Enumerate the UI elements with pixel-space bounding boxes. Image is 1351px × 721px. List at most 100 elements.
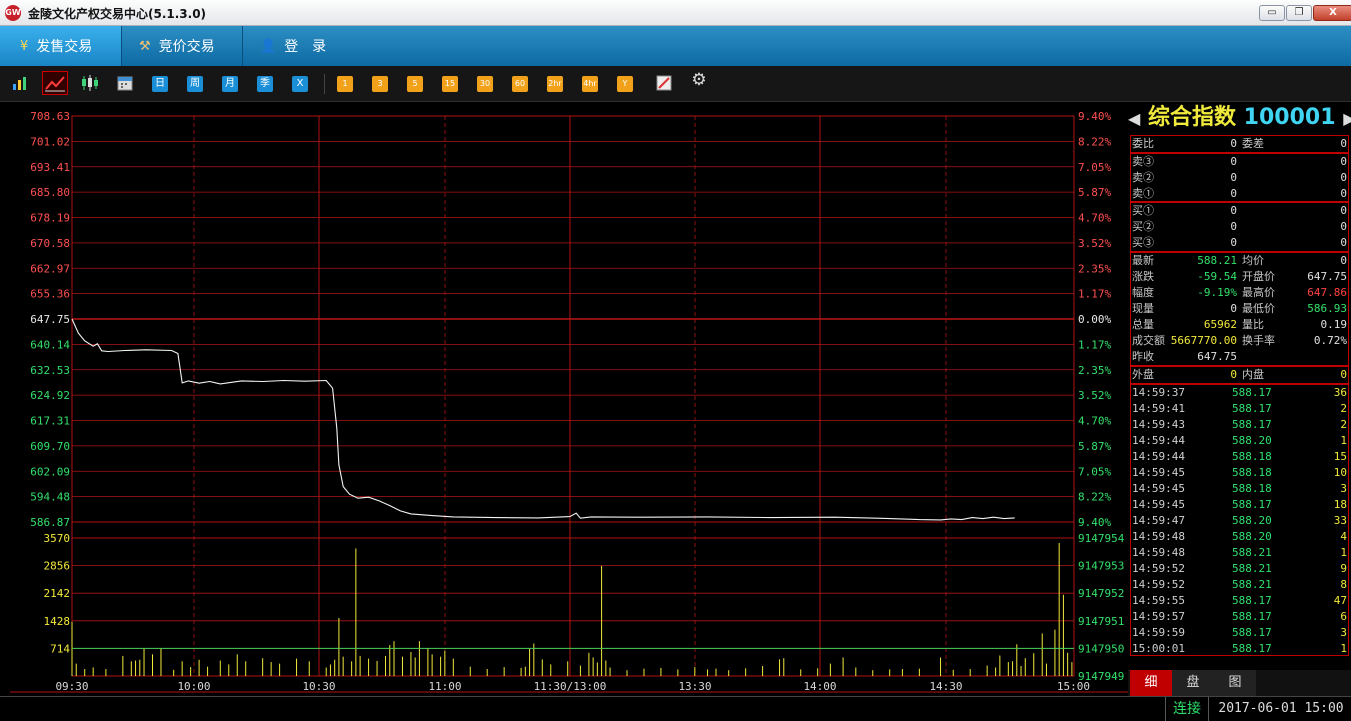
period-month-button[interactable]: 月 bbox=[222, 76, 238, 92]
sell-level-2: 卖② 0 0 bbox=[1132, 170, 1347, 186]
tab-detail[interactable]: 细 bbox=[1130, 670, 1172, 696]
volume-bars-layer bbox=[71, 543, 1074, 676]
tick-time: 14:59:55 bbox=[1132, 594, 1185, 607]
chart-grid bbox=[10, 115, 1128, 693]
tick-volume: 33 bbox=[1333, 514, 1347, 527]
outer-label: 外盘 bbox=[1132, 368, 1154, 381]
min-15-button[interactable]: 15 bbox=[442, 76, 458, 92]
maximize-button[interactable]: ❐ bbox=[1286, 5, 1312, 21]
tick-price: 588.20 bbox=[1232, 434, 1272, 447]
tick-row: 14:59:43 588.17 2 bbox=[1132, 417, 1347, 433]
tick-time: 14:59:41 bbox=[1132, 402, 1185, 415]
min-30-button[interactable]: 30 bbox=[477, 76, 493, 92]
tick-time: 14:59:45 bbox=[1132, 466, 1185, 479]
tab-board[interactable]: 盘 bbox=[1172, 670, 1214, 696]
inner-label: 内盘 bbox=[1242, 368, 1264, 381]
tick-volume: 8 bbox=[1340, 578, 1347, 591]
pct-tick-label: 1.17% bbox=[1078, 288, 1111, 301]
stat-row-0: 最新 588.21 均价 0 bbox=[1132, 253, 1347, 269]
stat-row-1-label2: 开盘价 bbox=[1242, 270, 1275, 283]
stat-row-3-label: 现量 bbox=[1132, 302, 1154, 315]
bar-chart-icon[interactable] bbox=[10, 74, 30, 90]
tick-price: 588.21 bbox=[1232, 562, 1272, 575]
time-tick-label: 14:00 bbox=[803, 680, 836, 693]
tick-time: 14:59:48 bbox=[1132, 546, 1185, 559]
period-x-button[interactable]: X bbox=[292, 76, 308, 92]
time-tick-label: 15:00 bbox=[1057, 680, 1090, 693]
tick-volume: 1 bbox=[1340, 434, 1347, 447]
intraday-chart[interactable]: 708.63 701.02 693.41 685.80 678.19 670.58 662.… bbox=[0, 102, 1128, 696]
tick-row: 14:59:37 588.17 36 bbox=[1132, 385, 1347, 401]
stat-row-1: 涨跌 -59.54 开盘价 647.75 bbox=[1132, 269, 1347, 285]
stat-row-1-label: 涨跌 bbox=[1132, 270, 1154, 283]
buy-level-2: 买② 0 0 bbox=[1132, 219, 1347, 235]
tick-price: 588.17 bbox=[1232, 418, 1272, 431]
gear-icon[interactable]: ⚙ bbox=[689, 72, 709, 89]
tab-chart[interactable]: 图 bbox=[1214, 670, 1256, 696]
close-button[interactable]: X bbox=[1313, 5, 1351, 21]
tab-auction-trade[interactable]: ⚒ 竞价交易 bbox=[123, 26, 243, 66]
year-button[interactable]: Y bbox=[617, 76, 633, 92]
hr-2-button[interactable]: 2hr bbox=[547, 76, 563, 92]
sell-level-2-value: 0 bbox=[1230, 171, 1237, 184]
tab-sell-trade-label: 发售交易 bbox=[36, 39, 93, 55]
sell-level-1-label: 卖① bbox=[1132, 187, 1154, 200]
stat-row-0-value2: 0 bbox=[1340, 254, 1347, 267]
yen-icon: ¥ bbox=[20, 38, 29, 54]
draw-tool-icon[interactable] bbox=[654, 74, 674, 91]
candlestick-icon[interactable] bbox=[80, 74, 100, 91]
tick-volume: 47 bbox=[1333, 594, 1347, 607]
tick-price: 588.20 bbox=[1232, 514, 1272, 527]
next-instrument-icon[interactable]: ▶ bbox=[1343, 109, 1351, 128]
stat-row-0-label: 最新 bbox=[1132, 254, 1154, 267]
status-bar: 连接 2017-06-01 15:00 bbox=[0, 696, 1351, 721]
line-chart-icon[interactable] bbox=[42, 71, 68, 95]
sell-level-3-value2: 0 bbox=[1340, 155, 1347, 168]
stat-row-1-value2: 647.75 bbox=[1307, 270, 1347, 283]
period-week-button[interactable]: 周 bbox=[187, 76, 203, 92]
volume-tick-label: 2856 bbox=[44, 560, 71, 573]
period-day-button[interactable]: 日 bbox=[152, 76, 168, 92]
time-tick-label: 10:30 bbox=[302, 680, 335, 693]
pct-tick-label: 3.52% bbox=[1078, 237, 1111, 250]
stat-row-6-label: 昨收 bbox=[1132, 350, 1154, 363]
tick-time: 14:59:48 bbox=[1132, 530, 1185, 543]
buy-level-2-label: 买② bbox=[1132, 220, 1154, 233]
prev-instrument-icon[interactable]: ◀ bbox=[1128, 109, 1140, 128]
tick-price: 588.18 bbox=[1232, 450, 1272, 463]
period-season-button[interactable]: 季 bbox=[257, 76, 273, 92]
stat-row-2: 幅度 -9.19% 最高价 647.86 bbox=[1132, 285, 1347, 301]
calendar-icon[interactable] bbox=[115, 74, 135, 91]
min-3-button[interactable]: 3 bbox=[372, 76, 388, 92]
tick-row: 14:59:45 588.18 3 bbox=[1132, 481, 1347, 497]
pct-tick-label: 2.35% bbox=[1078, 364, 1111, 377]
tab-login[interactable]: 👤 登 录 bbox=[244, 26, 354, 66]
price-tick-label: 609.70 bbox=[30, 440, 70, 453]
min-1-button[interactable]: 1 bbox=[337, 76, 353, 92]
stat-row-5-label2: 换手率 bbox=[1242, 334, 1275, 347]
sell-level-2-value2: 0 bbox=[1340, 171, 1347, 184]
weicha-label: 委差 bbox=[1242, 137, 1264, 150]
tick-time: 14:59:44 bbox=[1132, 434, 1185, 447]
tick-row: 14:59:59 588.17 3 bbox=[1132, 625, 1347, 641]
pct-tick-label: 2.35% bbox=[1078, 262, 1111, 275]
tab-sell-trade[interactable]: ¥ 发售交易 bbox=[0, 26, 122, 66]
toolbar: 日 周 月 季 X 1 3 5 15 30 60 2hr 4hr Y ⚙ bbox=[0, 66, 1351, 102]
min-5-button[interactable]: 5 bbox=[407, 76, 423, 92]
tab-login-label: 登 录 bbox=[284, 39, 327, 55]
stat-row-3-value2: 586.93 bbox=[1307, 302, 1347, 315]
price-tick-label: 678.19 bbox=[30, 212, 70, 225]
tick-time: 14:59:52 bbox=[1132, 578, 1185, 591]
weibi-value: 0 bbox=[1230, 137, 1237, 150]
tick-time: 14:59:43 bbox=[1132, 418, 1185, 431]
stat-row-1-value: -59.54 bbox=[1197, 270, 1237, 283]
price-tick-label: 594.48 bbox=[30, 491, 70, 504]
time-tick-label: 09:30 bbox=[55, 680, 88, 693]
price-tick-label: 602.09 bbox=[30, 465, 70, 478]
tick-time: 14:59:57 bbox=[1132, 610, 1185, 623]
minimize-button[interactable]: ▭ bbox=[1259, 5, 1285, 21]
stat-row-2-value2: 647.86 bbox=[1307, 286, 1347, 299]
hr-4-button[interactable]: 4hr bbox=[582, 76, 598, 92]
min-60-button[interactable]: 60 bbox=[512, 76, 528, 92]
stat-row-4-value: 65962 bbox=[1203, 318, 1237, 331]
